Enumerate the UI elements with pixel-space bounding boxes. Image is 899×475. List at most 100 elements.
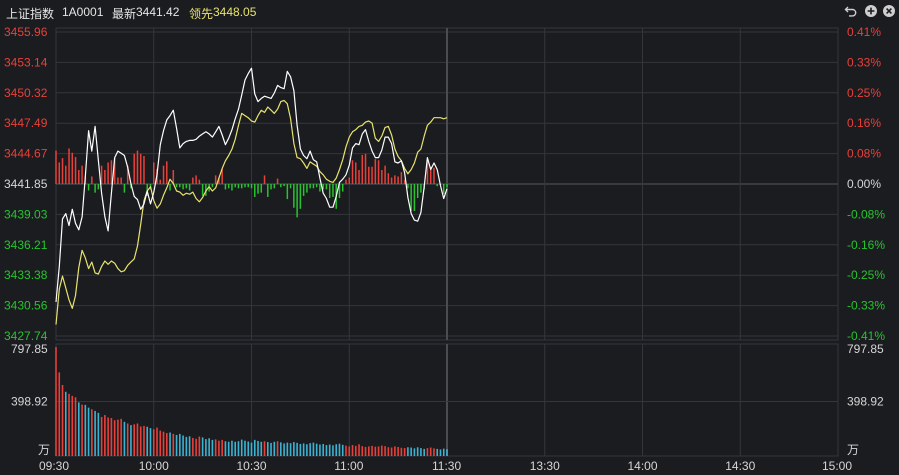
breadth-bar <box>182 184 184 190</box>
breadth-bar <box>381 169 383 184</box>
breadth-bar <box>100 165 103 184</box>
y-right-tick-label: 0.08% <box>847 147 881 161</box>
volume-bar <box>110 418 113 456</box>
volume-bar <box>407 447 409 456</box>
volume-bar <box>436 448 439 456</box>
breadth-bar <box>309 184 311 189</box>
volume-bar <box>433 448 435 456</box>
breadth-bar <box>166 161 168 184</box>
volume-bar <box>423 448 425 456</box>
volume-bar <box>273 441 276 456</box>
breadth-bar <box>325 184 328 190</box>
volume-bar <box>257 440 259 456</box>
breadth-bar <box>78 169 80 184</box>
breadth-bar <box>214 175 217 184</box>
volume-bar <box>328 444 331 456</box>
y-left-tick-label: 3441.85 <box>4 177 48 191</box>
y-right-tick-label: 0.25% <box>847 86 881 100</box>
volume-bar <box>335 444 338 456</box>
volume-bar <box>74 397 77 456</box>
volume-bar <box>156 427 158 456</box>
breadth-bar <box>341 184 344 192</box>
volume-bar <box>175 434 178 456</box>
volume-bar <box>165 433 168 456</box>
volume-tick-label-right: 万 <box>847 443 859 457</box>
volume-bar <box>371 445 373 456</box>
y-left-tick-label: 3439.03 <box>4 207 48 221</box>
breadth-bar <box>153 162 155 184</box>
volume-bar <box>130 425 132 456</box>
breadth-bar <box>71 152 74 184</box>
breadth-bar <box>312 184 315 189</box>
volume-bar <box>231 440 233 456</box>
volume-bar <box>227 441 230 456</box>
y-left-tick-label: 3444.67 <box>4 147 48 161</box>
x-tick-label: 10:00 <box>139 459 169 473</box>
volume-bar <box>299 443 302 456</box>
volume-bar <box>332 445 334 456</box>
volume-bar <box>293 442 295 456</box>
x-tick-label: 14:00 <box>628 459 658 473</box>
volume-bar <box>126 423 129 456</box>
volume-bar <box>309 443 311 456</box>
breadth-bar <box>234 184 236 188</box>
breadth-bar <box>133 153 135 184</box>
volume-bar <box>266 442 269 456</box>
volume-bar <box>429 447 432 456</box>
y-right-tick-label: 0.33% <box>847 55 881 69</box>
volume-bar <box>403 448 406 456</box>
y-left-tick-label: 3455.96 <box>4 25 48 39</box>
volume-bar <box>237 441 240 456</box>
breadth-bar <box>390 177 393 184</box>
volume-bar <box>384 446 386 456</box>
breadth-bar <box>384 165 386 184</box>
volume-tick-label-left: 398.92 <box>11 395 48 409</box>
intraday-chart[interactable]: 3455.96 0.41% 3453.14 0.33% 3450.32 0.25% 3447… <box>0 0 899 475</box>
volume-bar <box>289 443 292 456</box>
breadth-bar <box>446 184 448 188</box>
volume-bar <box>159 430 162 456</box>
breadth-bar <box>433 167 435 184</box>
breadth-bar <box>231 184 233 191</box>
breadth-bar <box>107 162 109 184</box>
breadth-bar <box>201 184 204 196</box>
breadth-bar <box>400 172 403 184</box>
volume-bar <box>358 444 360 456</box>
volume-bar <box>446 449 448 456</box>
breadth-bar <box>397 176 399 184</box>
volume-bar <box>400 447 403 456</box>
volume-bar <box>152 429 155 456</box>
y-left-tick-label: 3447.49 <box>4 116 48 130</box>
breadth-bar <box>244 184 246 188</box>
volume-bar <box>94 410 96 456</box>
breadth-bar <box>139 153 142 184</box>
breadth-bar <box>410 184 412 211</box>
volume-bar <box>195 438 197 456</box>
volume-bar <box>416 447 419 456</box>
breadth-bar <box>289 184 292 189</box>
volume-bar <box>270 442 272 456</box>
breadth-bar <box>260 184 263 193</box>
volume-bar <box>276 441 279 456</box>
breadth-bar <box>407 184 409 189</box>
breadth-bar <box>319 184 321 192</box>
volume-bar <box>78 402 80 456</box>
volume-bar <box>394 446 396 456</box>
breadth-bar <box>263 175 266 184</box>
breadth-bar <box>195 175 197 184</box>
volume-bar <box>205 439 207 456</box>
breadth-bar <box>61 158 64 184</box>
breadth-bar <box>185 184 188 189</box>
volume-bar <box>377 446 380 456</box>
volume-bar <box>302 443 305 456</box>
breadth-bar <box>237 184 240 189</box>
volume-bar <box>68 393 70 456</box>
breadth-bar <box>247 184 249 188</box>
breadth-bar <box>87 184 90 191</box>
breadth-bar <box>162 165 165 184</box>
volume-bar <box>91 409 93 456</box>
breadth-bar <box>91 176 93 184</box>
volume-bar <box>139 426 142 456</box>
breadth-bar <box>143 155 145 184</box>
volume-bar <box>312 442 315 456</box>
